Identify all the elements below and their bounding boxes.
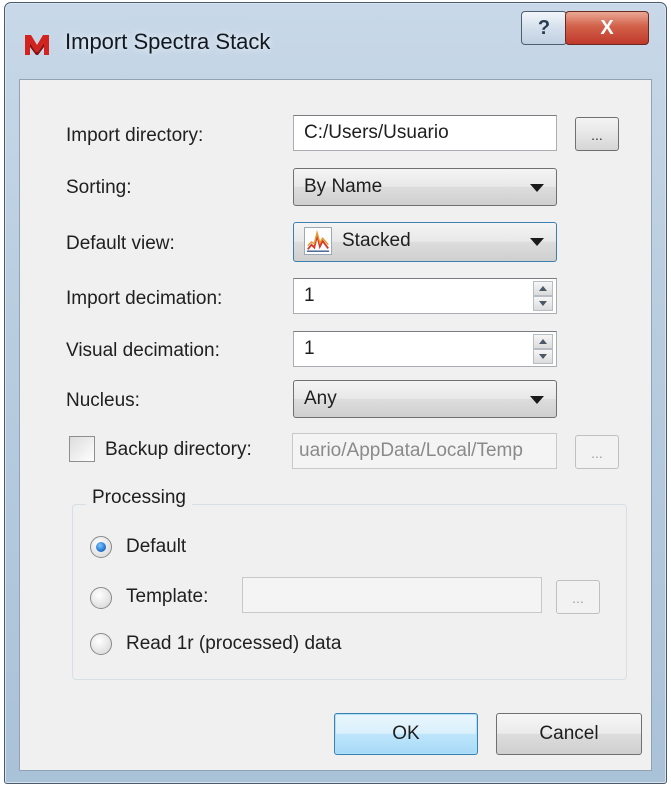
default-view-value: Stacked — [342, 230, 411, 251]
import-decimation-label: Import decimation: — [66, 288, 223, 309]
spin-up-icon[interactable] — [533, 334, 553, 349]
import-directory-label: Import directory: — [66, 125, 204, 146]
template-input[interactable] — [242, 577, 542, 613]
backup-directory-input[interactable]: uario/AppData/Local/Temp — [292, 433, 557, 469]
processing-template-label: Template: — [126, 586, 209, 607]
sorting-label: Sorting: — [66, 177, 132, 198]
close-icon: X — [600, 16, 614, 39]
nucleus-label: Nucleus: — [66, 390, 140, 411]
visual-decimation-value: 1 — [304, 338, 315, 359]
close-button[interactable]: X — [565, 11, 649, 45]
processing-template-radio[interactable] — [90, 587, 112, 609]
nucleus-value: Any — [304, 388, 337, 409]
processing-read-1r-radio[interactable] — [90, 633, 112, 655]
help-button[interactable]: ? — [521, 11, 567, 45]
processing-default-label: Default — [126, 536, 187, 557]
import-decimation-spinbox[interactable]: 1 — [293, 278, 557, 314]
spin-down-icon[interactable] — [533, 349, 553, 364]
chevron-down-icon — [530, 184, 544, 192]
chevron-down-icon — [530, 238, 544, 246]
processing-default-radio[interactable] — [90, 536, 112, 558]
title-bar[interactable]: Import Spectra Stack ? X — [5, 3, 666, 79]
cancel-button[interactable]: Cancel — [496, 713, 642, 755]
spin-down-icon[interactable] — [533, 296, 553, 311]
import-directory-browse-button[interactable]: ... — [575, 117, 619, 151]
window-title: Import Spectra Stack — [65, 29, 271, 54]
backup-directory-checkbox[interactable] — [69, 436, 95, 462]
template-browse-button[interactable]: ... — [556, 580, 600, 614]
spin-up-icon[interactable] — [533, 281, 553, 296]
processing-read-1r-label: Read 1r (processed) data — [126, 633, 342, 654]
import-spectra-stack-dialog: Import Spectra Stack ? X Import director… — [4, 2, 667, 784]
default-view-label: Default view: — [66, 233, 175, 254]
default-view-select[interactable]: Stacked — [293, 222, 557, 262]
sorting-select[interactable]: By Name — [293, 168, 557, 206]
dialog-body: Import directory: C:/Users/Usuario ... S… — [19, 79, 652, 771]
visual-decimation-label: Visual decimation: — [66, 340, 220, 361]
help-icon: ? — [537, 16, 551, 39]
ok-button[interactable]: OK — [334, 713, 478, 755]
stacked-spectra-icon — [304, 227, 332, 255]
chevron-down-icon — [530, 396, 544, 404]
processing-group-title: Processing — [86, 487, 192, 509]
mnova-logo-icon — [25, 35, 49, 55]
import-decimation-value: 1 — [304, 285, 315, 306]
backup-directory-label: Backup directory: — [105, 439, 252, 460]
nucleus-select[interactable]: Any — [293, 380, 557, 418]
visual-decimation-spinbox[interactable]: 1 — [293, 331, 557, 367]
import-directory-input[interactable]: C:/Users/Usuario — [293, 115, 557, 151]
sorting-value: By Name — [304, 176, 383, 197]
backup-directory-browse-button[interactable]: ... — [575, 435, 619, 469]
